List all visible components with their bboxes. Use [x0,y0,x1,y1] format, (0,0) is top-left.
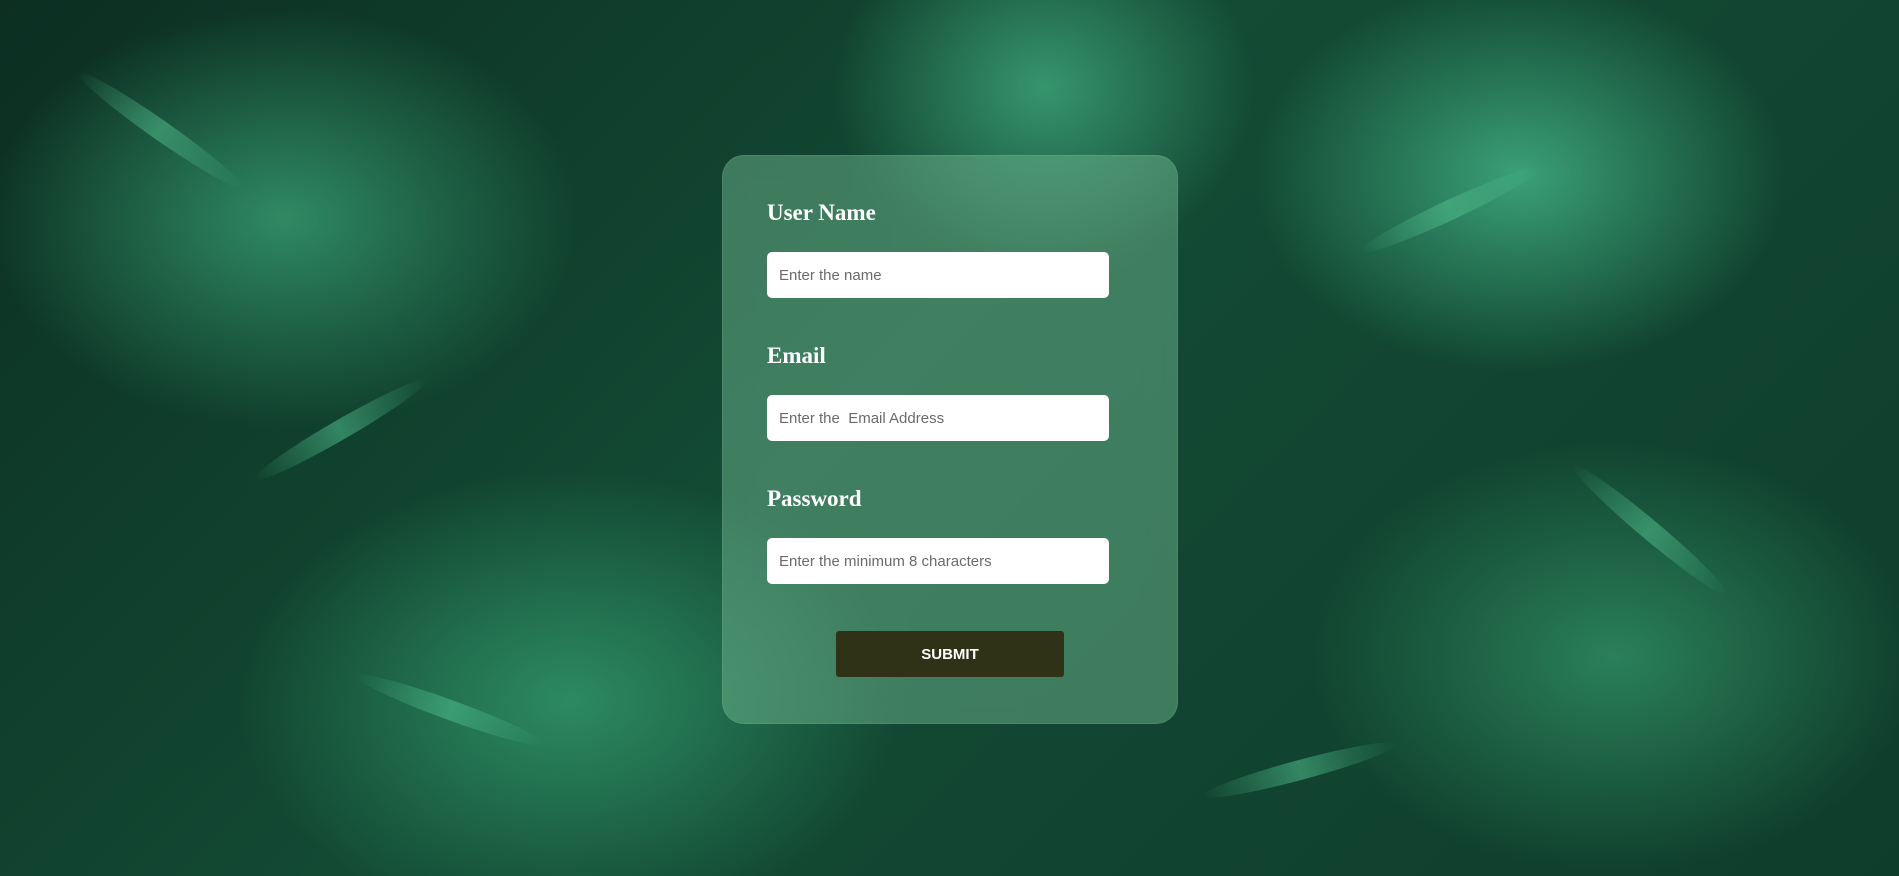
email-input[interactable] [767,395,1109,441]
username-label: User Name [767,200,876,225]
password-input[interactable] [767,538,1109,584]
username-input[interactable] [767,252,1109,298]
leaf-decoration [1566,458,1734,602]
leaf-decoration [72,64,248,196]
submit-button[interactable]: SUBMIT [836,631,1064,677]
leaf-decoration [352,666,548,754]
email-label: Email [767,343,826,368]
password-label: Password [767,486,862,511]
leaf-decoration [1200,734,1400,806]
signup-card: User Name Email Password SUBMIT [722,155,1178,724]
leaf-decoration [248,371,432,489]
leaf-decoration [1355,158,1545,262]
